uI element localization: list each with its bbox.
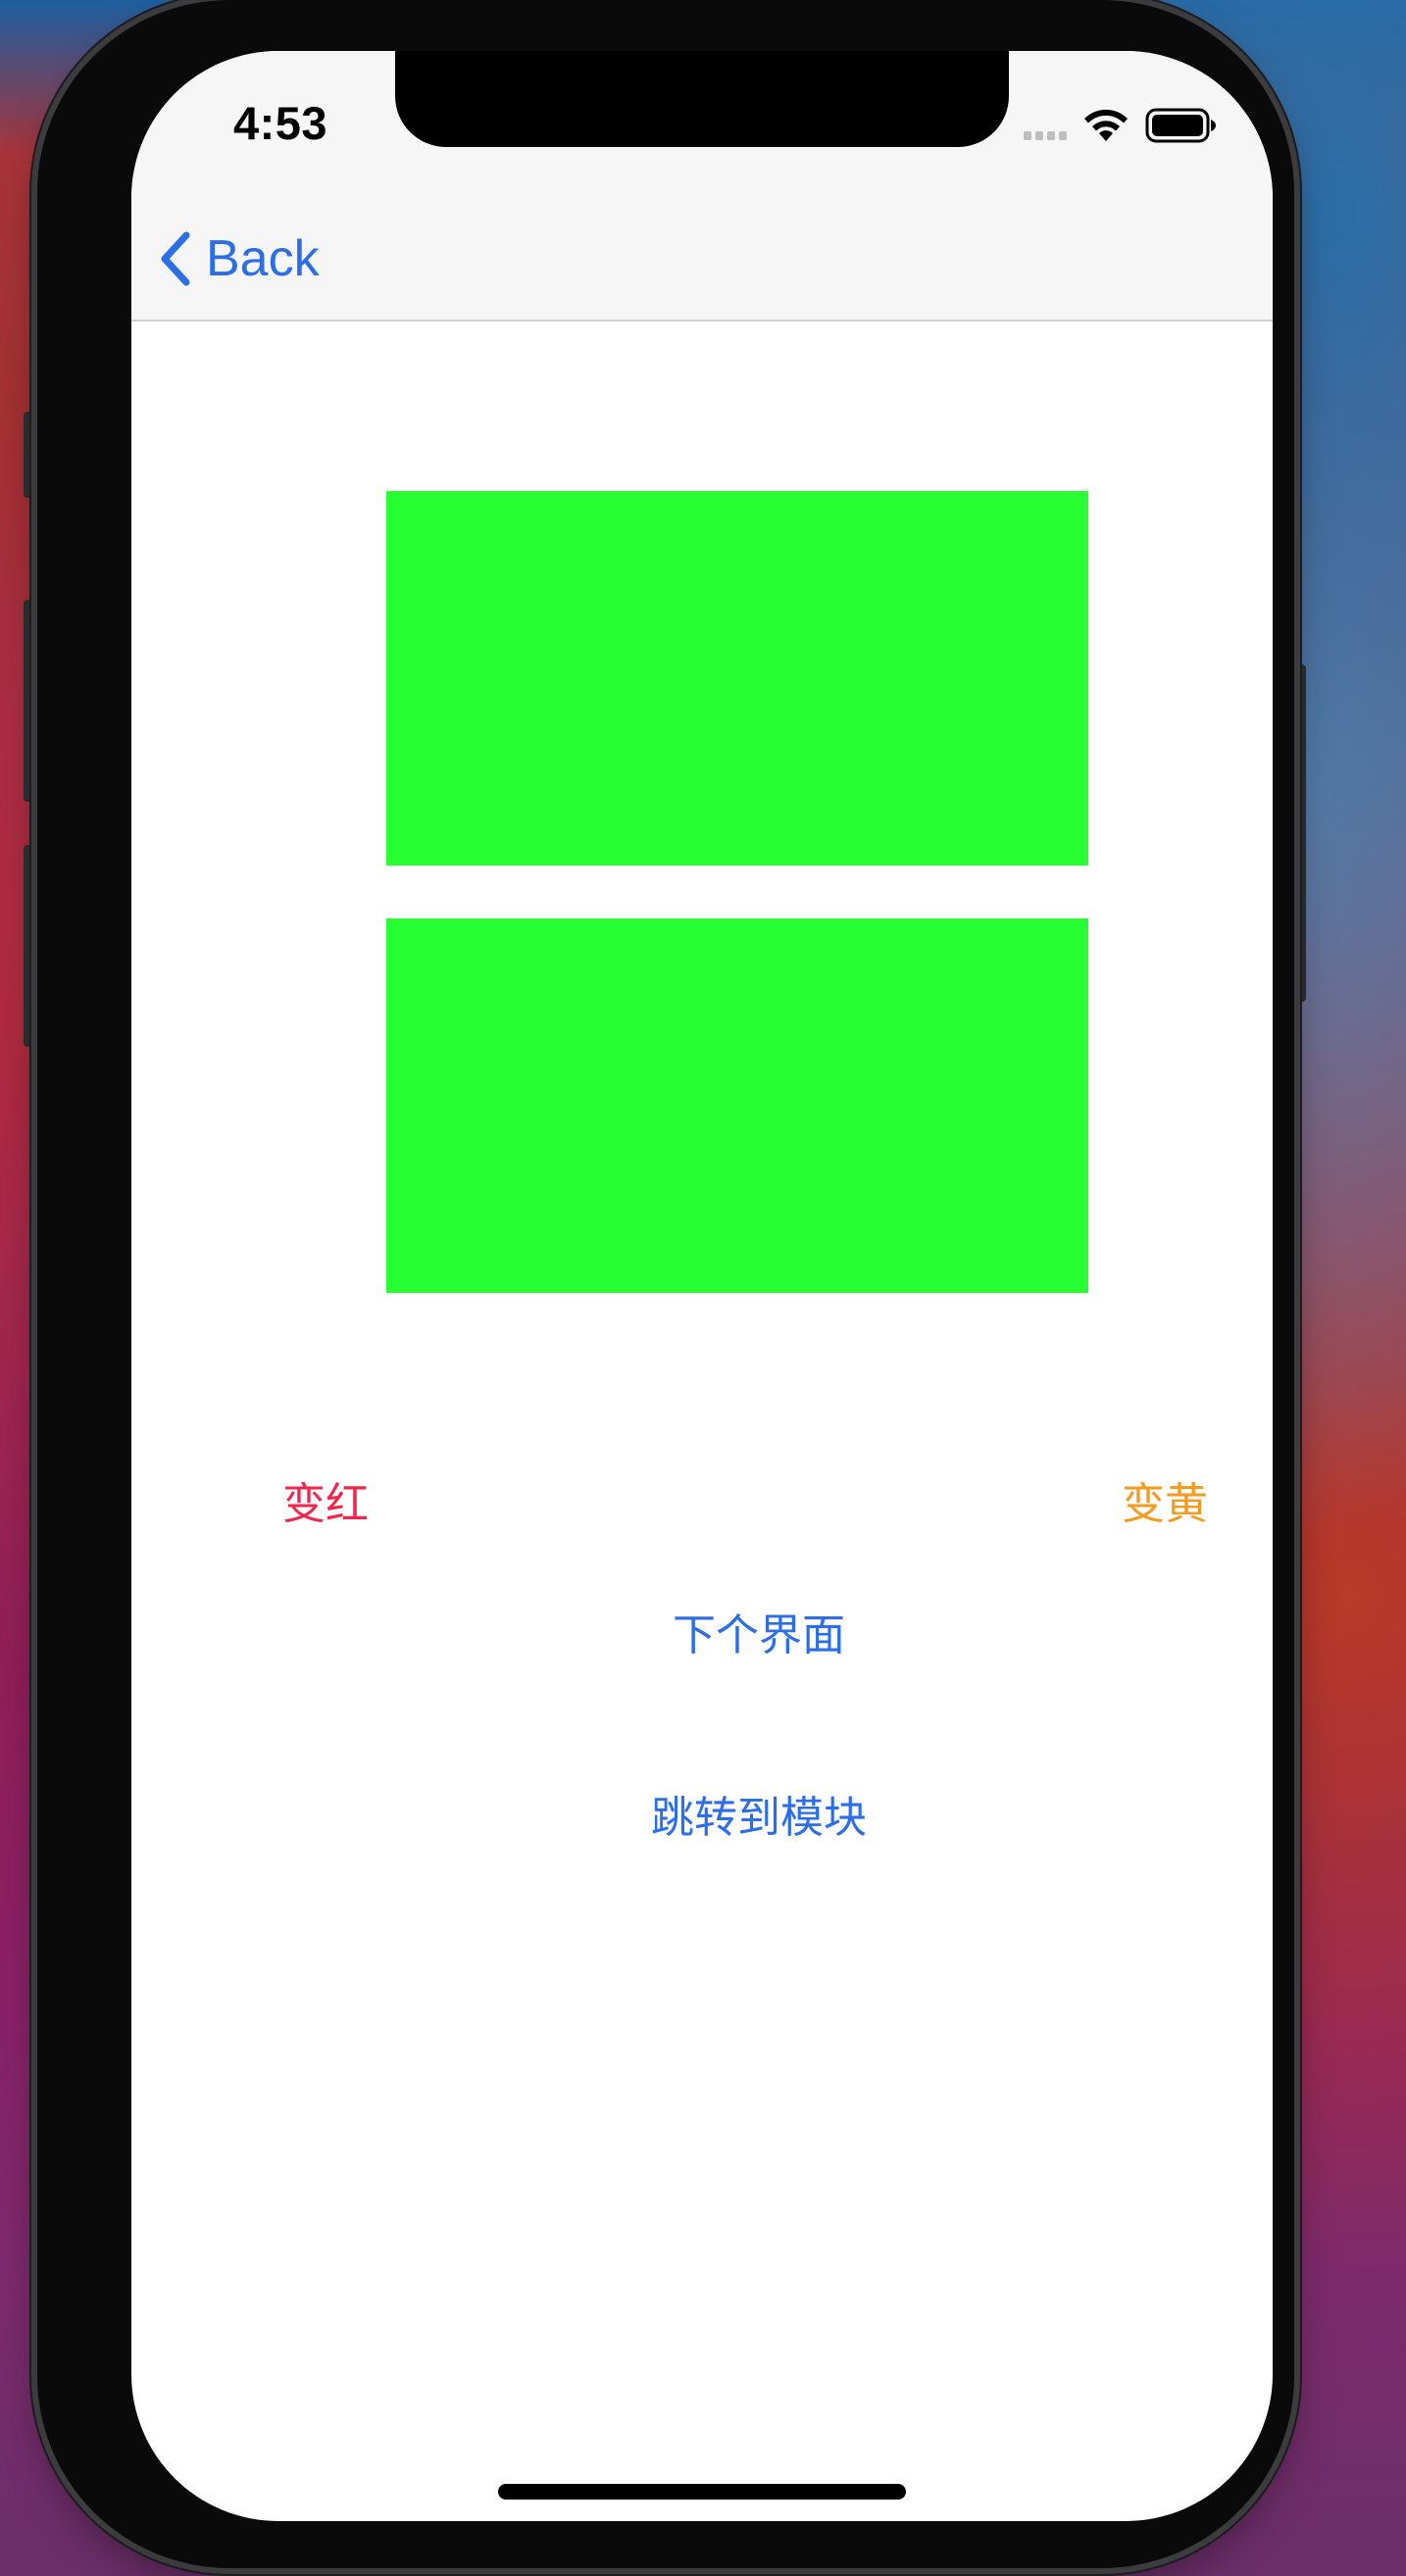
battery-icon bbox=[1145, 108, 1216, 143]
volume-up-button bbox=[24, 600, 37, 802]
wifi-icon bbox=[1084, 109, 1128, 141]
back-label: Back bbox=[206, 230, 320, 287]
chevron-left-icon bbox=[161, 231, 190, 286]
status-icons bbox=[1024, 106, 1218, 145]
volume-down-button bbox=[24, 845, 37, 1047]
green-box-bottom bbox=[386, 918, 1088, 1293]
phone-screen: 4:53 Back 变红 变黄 下个界面 跳转到模块 bbox=[131, 51, 1273, 2521]
jump-to-module-button[interactable]: 跳转到模块 bbox=[651, 1782, 867, 1845]
notch bbox=[395, 51, 1009, 147]
home-indicator[interactable] bbox=[498, 2484, 906, 2500]
power-button bbox=[1292, 665, 1306, 1002]
turn-red-button[interactable]: 变红 bbox=[282, 1468, 369, 1531]
navigation-header: 4:53 Back bbox=[131, 51, 1273, 322]
phone-frame: 4:53 Back 变红 变黄 下个界面 跳转到模块 bbox=[37, 0, 1294, 2568]
green-box-top bbox=[386, 491, 1088, 866]
silent-switch bbox=[24, 412, 37, 498]
signal-bars-icon bbox=[1024, 111, 1067, 140]
status-time: 4:53 bbox=[233, 97, 328, 149]
turn-yellow-button[interactable]: 变黄 bbox=[1122, 1468, 1208, 1531]
back-button[interactable]: Back bbox=[155, 223, 320, 294]
next-screen-button[interactable]: 下个界面 bbox=[673, 1600, 845, 1662]
